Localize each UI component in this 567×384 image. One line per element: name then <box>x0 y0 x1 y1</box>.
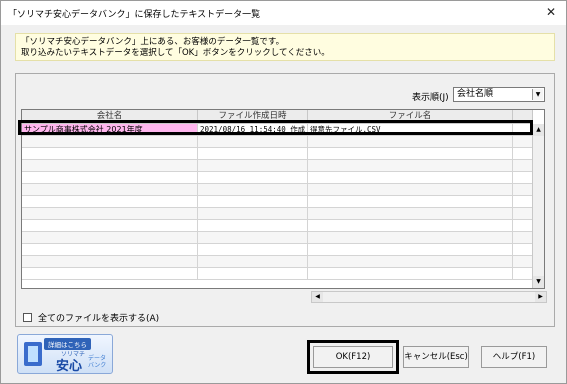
cell-empty <box>308 196 513 207</box>
column-header-created[interactable]: ファイル作成日時 <box>198 110 308 124</box>
anshin-databank-logo[interactable]: 詳細はこちら ソリマチ 安心 データバンク <box>17 334 113 374</box>
scroll-up-icon[interactable]: ▲ <box>533 124 544 136</box>
cell-empty <box>513 208 533 219</box>
window-title: 「ソリマチ安心データバンク」に保存したテキストデータ一覧 <box>8 10 261 20</box>
cell-empty <box>308 136 513 147</box>
sort-order-label: 表示順(J) <box>412 93 449 103</box>
cell-empty <box>198 172 308 183</box>
cell-empty <box>513 136 533 147</box>
cell-empty <box>308 172 513 183</box>
cell-empty <box>513 160 533 171</box>
table-row-empty[interactable] <box>22 148 533 160</box>
sort-order-select[interactable]: 会社名順 ▼ <box>453 87 545 102</box>
show-all-checkbox[interactable] <box>23 313 32 322</box>
table-row-empty[interactable] <box>22 196 533 208</box>
table-row-empty[interactable] <box>22 208 533 220</box>
notice-line-2: 取り込みたいテキストデータを選択して「OK」ボタンをクリックしてください。 <box>21 48 330 58</box>
cell-empty <box>513 184 533 195</box>
cell-empty <box>22 268 198 279</box>
cell-empty <box>198 148 308 159</box>
table-row-empty[interactable] <box>22 172 533 184</box>
cell-empty <box>308 208 513 219</box>
table-row-empty[interactable] <box>22 268 533 280</box>
cell-empty <box>198 256 308 267</box>
cell-empty <box>513 232 533 243</box>
cell-empty <box>22 196 198 207</box>
cell-empty <box>198 232 308 243</box>
scroll-down-icon[interactable]: ▼ <box>533 276 544 288</box>
cell-company: サンプル商事株式会社 2021年度 <box>22 124 198 135</box>
cell-empty <box>513 220 533 231</box>
door-icon <box>24 342 42 366</box>
cell-empty <box>308 220 513 231</box>
table-row-empty[interactable] <box>22 256 533 268</box>
cancel-button[interactable]: キャンセル(Esc) <box>403 346 469 368</box>
cell-empty <box>198 136 308 147</box>
chevron-down-icon[interactable]: ▼ <box>532 89 543 100</box>
column-header-filename[interactable]: ファイル名 <box>308 110 513 124</box>
cell-empty <box>198 244 308 255</box>
logo-name: 安心 <box>56 359 83 374</box>
cell-empty <box>22 184 198 195</box>
cell-extra <box>513 124 533 135</box>
cell-empty <box>198 268 308 279</box>
cell-empty <box>308 244 513 255</box>
cell-empty <box>308 148 513 159</box>
show-all-files-option[interactable]: 全てのファイルを表示する(A) <box>23 311 159 324</box>
cell-empty <box>22 208 198 219</box>
cell-empty <box>198 196 308 207</box>
cell-empty <box>513 196 533 207</box>
ok-button[interactable]: OK(F12) <box>313 346 393 368</box>
table-row-empty[interactable] <box>22 184 533 196</box>
table-row-empty[interactable] <box>22 160 533 172</box>
cell-empty <box>308 160 513 171</box>
cell-empty <box>22 232 198 243</box>
cell-created: 2021/08/16 11:54:40 作成 <box>198 124 308 135</box>
cell-filename: 得意先ファイル.CSV <box>308 124 513 135</box>
cell-empty <box>198 220 308 231</box>
cell-empty <box>513 244 533 255</box>
cell-empty <box>22 244 198 255</box>
file-list-grid[interactable]: 会社名 ファイル作成日時 ファイル名 サンプル商事株式会社 2021年度 202… <box>21 109 545 289</box>
cell-empty <box>198 160 308 171</box>
cell-empty <box>22 160 198 171</box>
cell-empty <box>308 184 513 195</box>
horizontal-scrollbar[interactable]: ◀ ▶ <box>311 291 547 303</box>
grid-header: 会社名 ファイル作成日時 ファイル名 <box>22 110 533 124</box>
cell-empty <box>513 268 533 279</box>
title-bar: 「ソリマチ安心データバンク」に保存したテキストデータ一覧 ✕ <box>1 1 566 25</box>
table-row-empty[interactable] <box>22 244 533 256</box>
cell-empty <box>22 220 198 231</box>
scroll-right-icon[interactable]: ▶ <box>535 292 546 302</box>
table-row-empty[interactable] <box>22 136 533 148</box>
cell-empty <box>198 208 308 219</box>
cell-empty <box>198 184 308 195</box>
table-row[interactable]: サンプル商事株式会社 2021年度 2021/08/16 11:54:40 作成… <box>22 124 533 136</box>
scroll-left-icon[interactable]: ◀ <box>312 292 323 302</box>
text-data-list-dialog: 「ソリマチ安心データバンク」に保存したテキストデータ一覧 ✕ 「ソリマチ安心デー… <box>0 0 567 384</box>
cell-empty <box>513 148 533 159</box>
cell-empty <box>308 256 513 267</box>
notice-line-1: 「ソリマチ安心データバンク」上にある、お客様のデータ一覧です。 <box>21 37 285 47</box>
grid-body: サンプル商事株式会社 2021年度 2021/08/16 11:54:40 作成… <box>22 124 533 280</box>
cell-empty <box>513 172 533 183</box>
cell-empty <box>513 256 533 267</box>
cell-empty <box>22 172 198 183</box>
show-all-label: 全てのファイルを表示する(A) <box>38 314 160 324</box>
table-row-empty[interactable] <box>22 220 533 232</box>
logo-sub: データバンク <box>88 355 107 369</box>
help-button[interactable]: ヘルプ(F1) <box>481 346 547 368</box>
column-header-company[interactable]: 会社名 <box>22 110 198 124</box>
cell-empty <box>22 148 198 159</box>
instruction-notice: 「ソリマチ安心データバンク」上にある、お客様のデータ一覧です。 取り込みたいテキ… <box>15 33 555 61</box>
sort-order-value: 会社名順 <box>457 89 494 99</box>
cell-empty <box>22 256 198 267</box>
cell-empty <box>22 136 198 147</box>
vertical-scrollbar[interactable]: ▲ ▼ <box>532 124 544 288</box>
close-icon[interactable]: ✕ <box>546 5 556 19</box>
cell-empty <box>308 268 513 279</box>
table-row-empty[interactable] <box>22 232 533 244</box>
cell-empty <box>308 232 513 243</box>
column-header-extra <box>513 110 533 124</box>
